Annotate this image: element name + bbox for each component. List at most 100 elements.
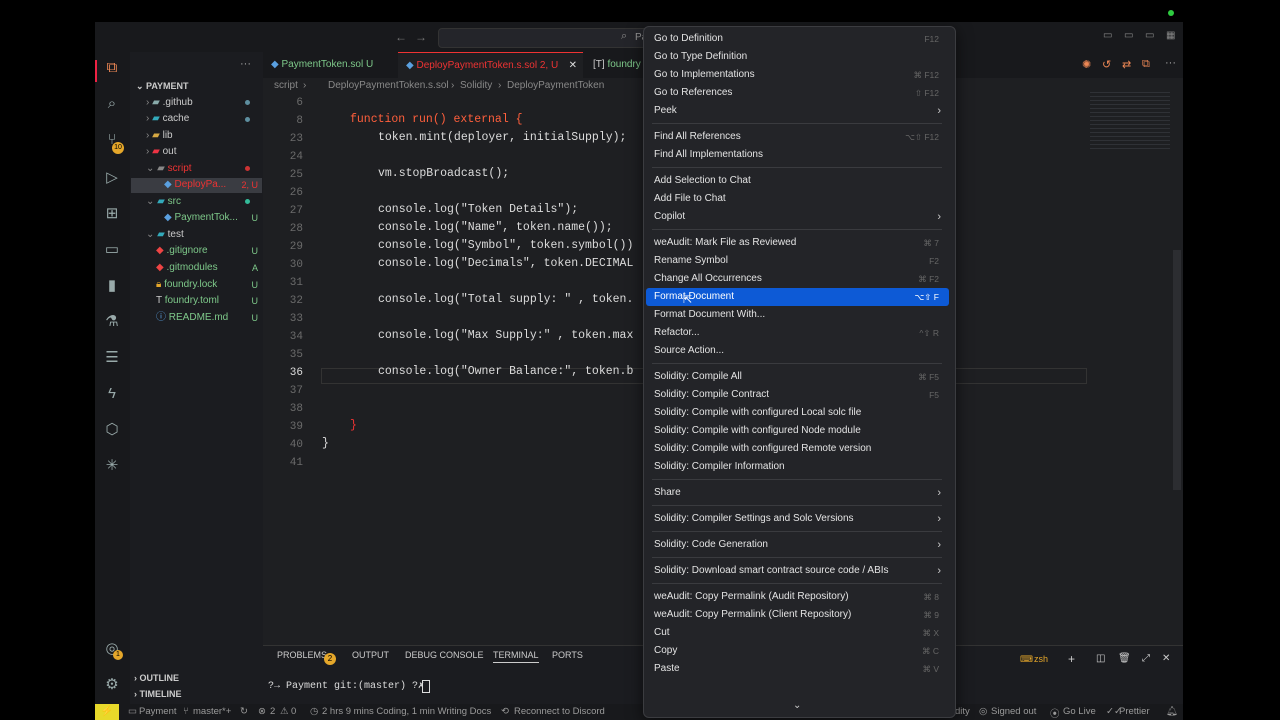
menu-item[interactable]: Find All References ⌥⇧ F12 — [646, 128, 949, 146]
code-line[interactable]: function run() external { — [350, 113, 523, 126]
search-icon[interactable]: ⌕ — [101, 93, 123, 115]
tree-item-cache[interactable]: › ▰ cache — [146, 111, 258, 127]
terminal-prompt[interactable]: ?→ Payment git:(master) ?✗ — [268, 680, 424, 692]
tree-item-gitignore[interactable]: ◆ .gitignore U — [156, 243, 258, 259]
tab-terminal[interactable]: TERMINAL — [493, 650, 539, 663]
history-icon[interactable]: ↺ — [1102, 58, 1111, 71]
outline-section[interactable]: › OUTLINE — [134, 670, 179, 686]
copy-icon[interactable]: ⧉ — [1142, 58, 1150, 71]
menu-item[interactable]: weAudit: Copy Permalink (Audit Repositor… — [646, 588, 949, 606]
code-line[interactable]: token.mint(deployer, initialSupply); — [378, 131, 626, 144]
status-warnings[interactable]: 0 — [291, 706, 296, 717]
terminal-shell-icon[interactable]: ⌨ — [1020, 654, 1033, 665]
kill-terminal-icon[interactable]: 🗑︎ — [1118, 653, 1131, 664]
code-line[interactable]: console.log("Symbol", token.symbol()) — [378, 239, 633, 252]
menu-item[interactable]: weAudit: Copy Permalink (Client Reposito… — [646, 606, 949, 624]
code-line[interactable]: console.log("Name", token.name()); — [378, 221, 613, 234]
tree-item-foundry-lock[interactable]: 🔒︎ foundry.lock U — [156, 277, 258, 293]
maximize-panel-icon[interactable]: ⤢ — [1142, 653, 1150, 664]
menu-item[interactable]: Solidity: Compile All ⌘ F5 — [646, 368, 949, 386]
testing-icon[interactable]: ⚗ — [101, 311, 123, 333]
lightning-icon[interactable]: ϟ — [101, 383, 123, 405]
timeline-section[interactable]: › TIMELINE — [134, 686, 182, 702]
bookmark-icon[interactable]: ▮ — [101, 275, 123, 297]
tree-item-foundry-toml[interactable]: T foundry.toml U — [156, 293, 258, 309]
status-signed-out[interactable]: Signed out — [991, 706, 1036, 717]
bell-icon[interactable]: 🔔︎ — [1166, 706, 1178, 717]
menu-scroll-down-icon[interactable]: ⌄ — [793, 700, 801, 711]
asterisk-icon[interactable]: ✳ — [101, 455, 123, 477]
code-line[interactable]: console.log("Max Supply:" , token.max — [378, 329, 633, 342]
new-terminal-icon[interactable]: + — [1068, 652, 1075, 666]
menu-item[interactable]: Format Document With... — [646, 306, 949, 324]
tree-item-payment-token[interactable]: ◆ PaymentTok... U — [164, 210, 258, 226]
tree-item-out[interactable]: › ▰ out — [146, 144, 258, 160]
sync-icon[interactable]: ↻ — [240, 706, 248, 717]
tree-item-test[interactable]: ⌄ ▰ test — [146, 227, 258, 243]
menu-item[interactable]: Cut ⌘ X — [646, 624, 949, 642]
split-terminal-icon[interactable]: ◫ — [1096, 653, 1105, 664]
close-panel-icon[interactable]: ✕ — [1162, 653, 1170, 664]
menu-item[interactable]: Go to References ⇧ F12 — [646, 84, 949, 102]
layout-panel-icon[interactable]: ▭ — [1124, 30, 1133, 41]
menu-item[interactable]: Copilot › — [646, 208, 949, 226]
breadcrumb-folder[interactable]: script — [274, 80, 298, 91]
explorer-icon[interactable]: ⧉ — [101, 57, 123, 79]
breadcrumb-symbol[interactable]: DeployPaymentToken — [507, 80, 604, 91]
menu-item[interactable]: Go to Definition F12 — [646, 30, 949, 48]
code-line[interactable]: console.log("Decimals", token.DECIMAL — [378, 257, 633, 270]
explorer-root-header[interactable]: ⌄ PAYMENT — [136, 78, 189, 94]
menu-item[interactable]: Go to Implementations ⌘ F12 — [646, 66, 949, 84]
status-solidity[interactable]: dity — [955, 706, 970, 717]
extensions-icon[interactable]: ⊞ — [101, 203, 123, 225]
git-compare-icon[interactable]: ⇄ — [1122, 58, 1131, 71]
editor-more-icon[interactable]: ··· — [1165, 57, 1176, 69]
customize-layout-icon[interactable]: ▦ — [1166, 30, 1175, 41]
scrollbar[interactable] — [1173, 250, 1181, 490]
back-arrow-icon[interactable]: ← — [395, 30, 407, 44]
menu-item[interactable]: Share › — [646, 484, 949, 502]
tab-problems[interactable]: PROBLEMS — [277, 650, 327, 660]
menu-item[interactable]: Solidity: Compile with configured Local … — [646, 404, 949, 422]
status-prettier[interactable]: Prettier — [1119, 706, 1150, 717]
code-line[interactable]: console.log("Token Details"); — [378, 203, 578, 216]
breadcrumb-language[interactable]: Solidity — [460, 80, 492, 91]
status-discord[interactable]: Reconnect to Discord — [514, 706, 605, 717]
breadcrumb-file[interactable]: DeployPaymentToken.s.sol — [328, 80, 449, 91]
menu-item[interactable]: Solidity: Code Generation › — [646, 536, 949, 554]
status-branch[interactable]: master*+ — [193, 706, 231, 717]
remote-indicator[interactable]: ⚡ — [95, 704, 119, 720]
menu-item[interactable]: Change All Occurrences ⌘ F2 — [646, 270, 949, 288]
tab-output[interactable]: OUTPUT — [352, 650, 389, 660]
menu-item[interactable]: Add Selection to Chat — [646, 172, 949, 190]
tab-debug-console[interactable]: DEBUG CONSOLE — [405, 650, 484, 660]
menu-item[interactable]: Solidity: Compile Contract F5 — [646, 386, 949, 404]
tree-item-deploy-file[interactable]: ◆ DeployPa... 2, U — [164, 177, 258, 193]
tab-foundry[interactable]: [T] foundry — [585, 52, 645, 78]
tree-item-lib[interactable]: › ▰ lib — [146, 128, 258, 144]
run-debug-icon[interactable]: ▷ — [101, 167, 123, 189]
layout-sidebar-icon[interactable]: ▭ — [1103, 30, 1112, 41]
menu-item[interactable]: Source Action... — [646, 342, 949, 360]
menu-item[interactable]: Find All Implementations — [646, 146, 949, 164]
settings-gear-icon[interactable]: ⚙ — [101, 674, 123, 696]
cube-icon[interactable]: ⬡ — [101, 419, 123, 441]
tree-item-gitmodules[interactable]: ◆ .gitmodules A — [156, 260, 258, 276]
tab-payment-token[interactable]: ◆ PaymentToken.sol U — [263, 52, 398, 78]
status-go-live[interactable]: Go Live — [1063, 706, 1096, 717]
forward-arrow-icon[interactable]: → — [415, 30, 427, 44]
explorer-more-icon[interactable]: ··· — [240, 58, 251, 70]
tree-item-github[interactable]: › ▰ .github — [146, 95, 258, 111]
status-errors[interactable]: 2 — [270, 706, 275, 717]
menu-item[interactable]: Solidity: Download smart contract source… — [646, 562, 949, 580]
menu-item[interactable]: Copy ⌘ C — [646, 642, 949, 660]
menu-item[interactable]: Peek › — [646, 102, 949, 120]
menu-item[interactable]: Go to Type Definition — [646, 48, 949, 66]
code-line[interactable]: console.log("Owner Balance:", token.b — [378, 365, 633, 378]
command-search-box[interactable]: ⌕ Pa — [438, 28, 652, 48]
menu-item[interactable]: Solidity: Compiler Information — [646, 458, 949, 476]
menu-item[interactable]: Solidity: Compiler Settings and Solc Ver… — [646, 510, 949, 528]
notes-icon[interactable]: ☰ — [101, 347, 123, 369]
close-icon[interactable]: ✕ — [569, 53, 577, 79]
menu-item[interactable]: Rename Symbol F2 — [646, 252, 949, 270]
